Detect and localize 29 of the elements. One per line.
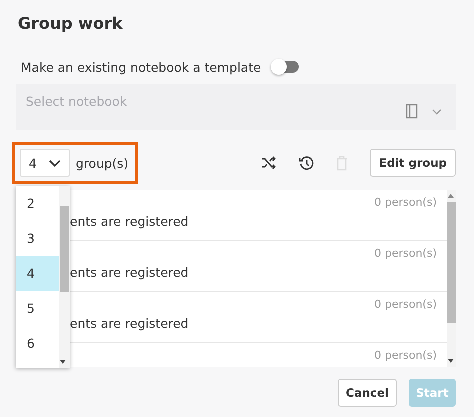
group-message: ents are registered	[70, 214, 189, 229]
toggle-label: Make an existing notebook a template	[21, 60, 262, 74]
scrollbar[interactable]	[447, 190, 456, 367]
cancel-button[interactable]: Cancel	[338, 379, 397, 407]
dropdown-option[interactable]: 2	[16, 186, 59, 221]
dialog-title: Group work	[18, 14, 124, 35]
person-count: 0 person(s)	[374, 247, 437, 260]
notebook-icon	[406, 104, 418, 119]
group-count-select[interactable]: 4	[20, 149, 70, 177]
history-icon[interactable]	[299, 156, 314, 170]
person-count: 0 person(s)	[374, 298, 437, 311]
scroll-down-arrow-icon[interactable]	[448, 359, 454, 363]
chevron-down-icon	[432, 109, 442, 115]
group-count-label: group(s)	[76, 156, 129, 170]
scroll-down-arrow-icon[interactable]	[60, 360, 66, 364]
template-switch[interactable]	[273, 61, 300, 73]
dropdown-option[interactable]: 6	[16, 326, 59, 361]
scrollbar[interactable]	[59, 186, 70, 368]
person-count: 0 person(s)	[374, 196, 437, 209]
chevron-down-icon	[49, 160, 61, 166]
dropdown-option[interactable]: 3	[16, 221, 59, 256]
person-count: 0 person(s)	[374, 349, 437, 362]
dropdown-option[interactable]: 5	[16, 291, 59, 326]
dropdown-option[interactable]: 4	[16, 256, 59, 291]
edit-group-button[interactable]: Edit group	[370, 149, 456, 177]
scroll-up-arrow-icon[interactable]	[448, 194, 454, 198]
group-message: ents are registered	[70, 265, 189, 280]
shuffle-icon[interactable]	[261, 156, 278, 170]
group-message: ents are registered	[70, 316, 189, 331]
